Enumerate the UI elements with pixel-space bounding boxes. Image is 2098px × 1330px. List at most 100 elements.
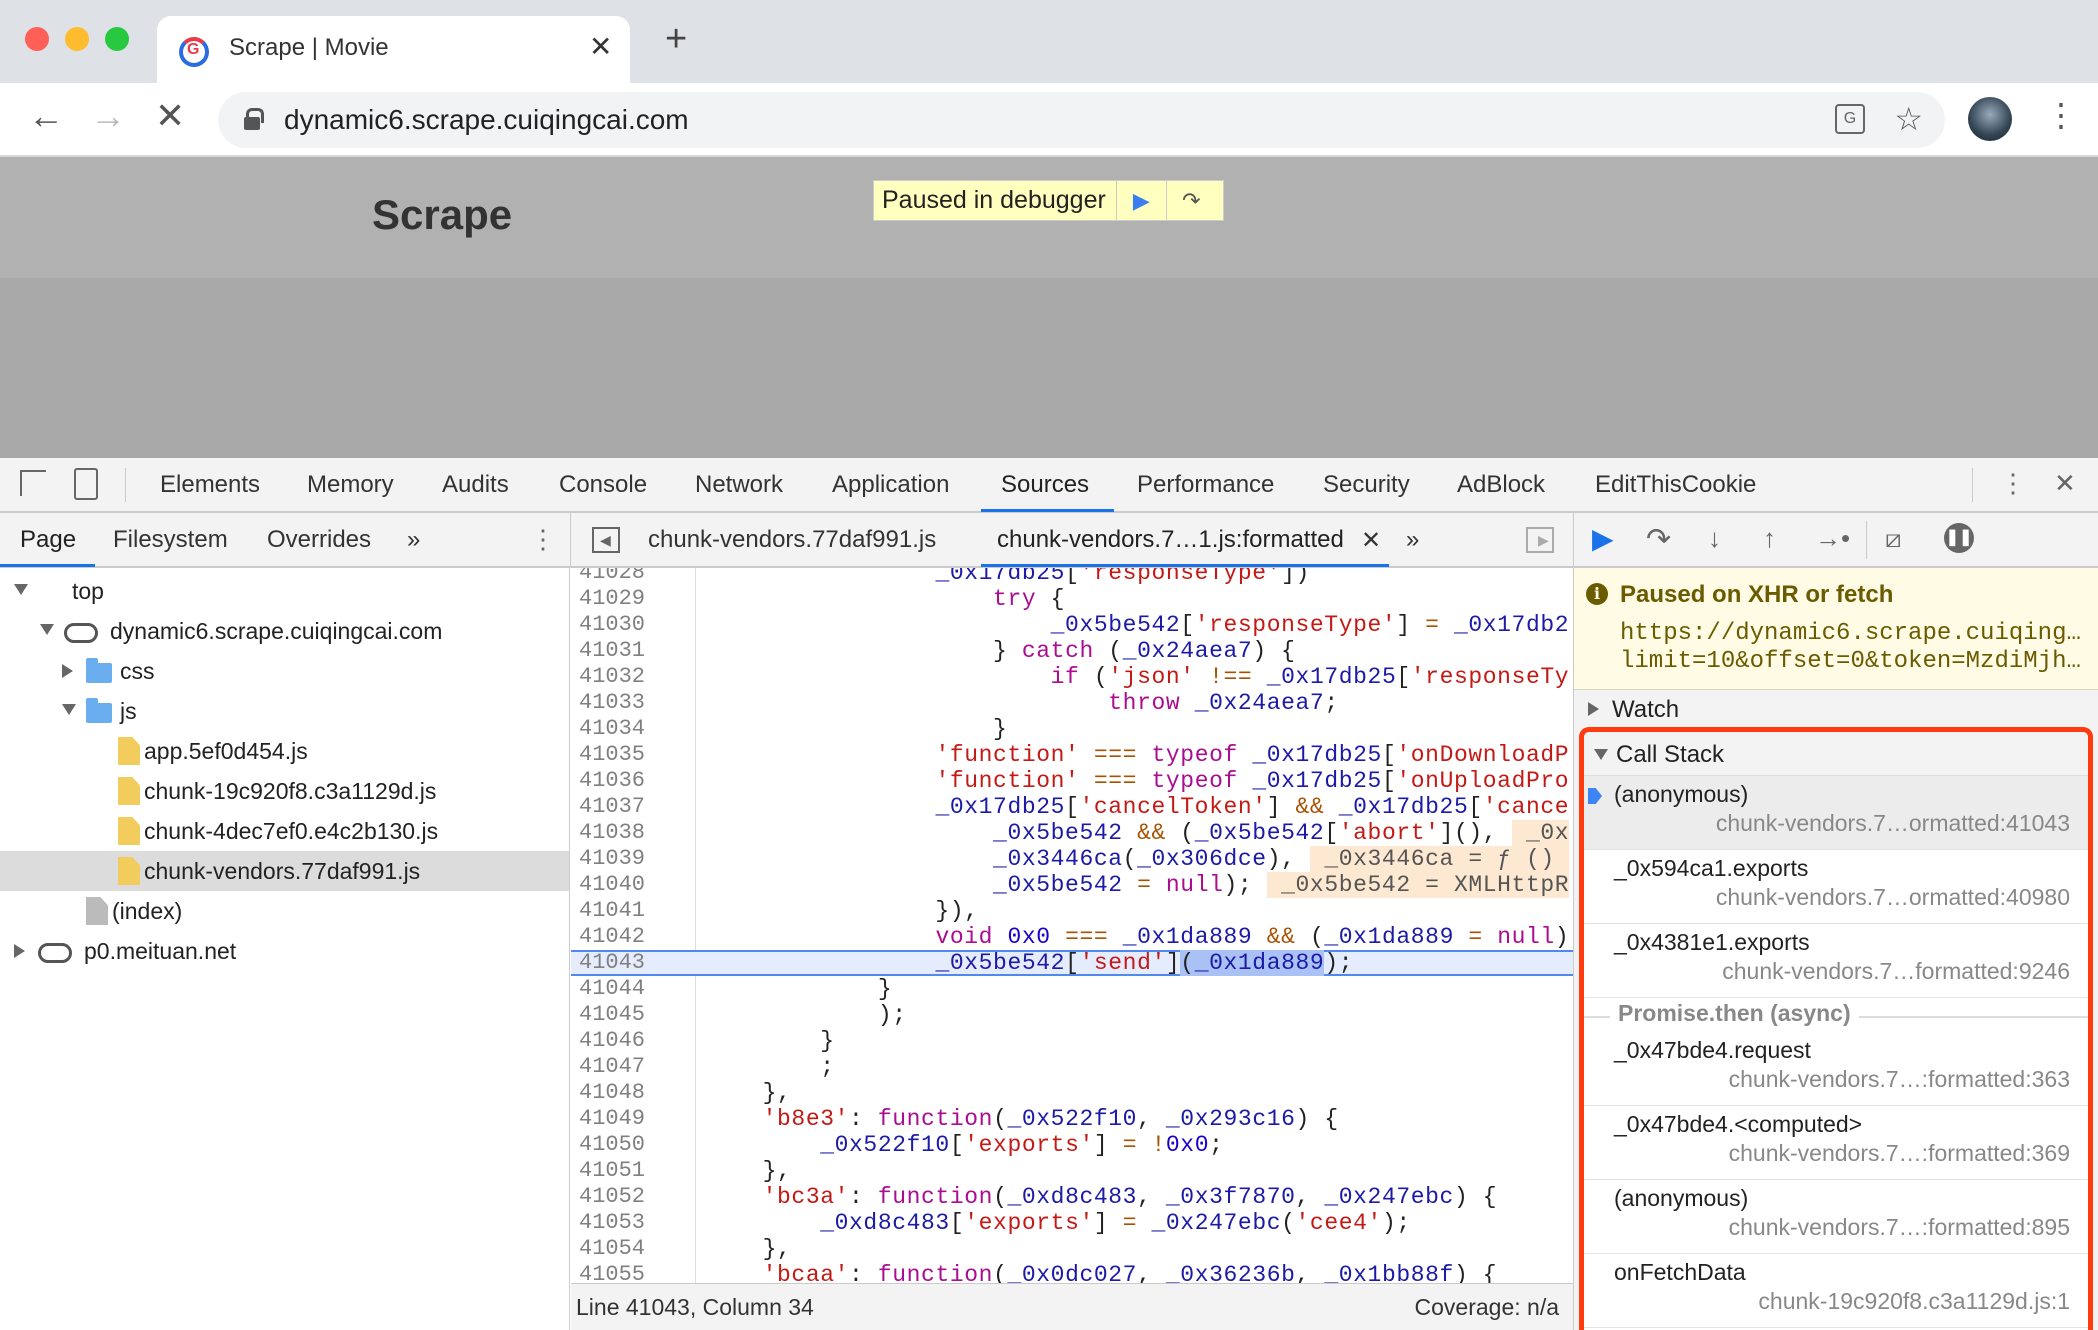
code-line[interactable]: 41055 'bcaa': function(_0x0dc027, _0x362… [571,1262,1573,1283]
url-text[interactable]: dynamic6.scrape.cuiqingcai.com [284,104,689,136]
line-number[interactable]: 41042 [579,924,645,950]
window-minimize-button[interactable] [65,27,89,51]
devtools-menu-icon[interactable]: ⋮ [2000,470,2026,496]
code-line[interactable]: 41036 'function' === typeof _0x17db25['o… [571,768,1573,794]
step-over-icon[interactable]: ↷ [1646,525,1671,555]
editor-tab-active[interactable]: chunk-vendors.7…1.js:formatted [997,526,1344,554]
devtools-tab-adblock[interactable]: AdBlock [1457,471,1545,499]
devtools-tab-elements[interactable]: Elements [160,471,260,499]
devtools-tab-console[interactable]: Console [559,471,647,499]
line-number[interactable]: 41054 [579,1236,645,1262]
editor-tab[interactable]: chunk-vendors.77daf991.js [648,526,936,554]
frame-location[interactable]: chunk-vendors.7…ormatted:41043 [1716,810,2070,837]
code-editor[interactable]: 41028 _0x17db25['responseType']) 41029 tr… [571,568,1573,1283]
code-line[interactable]: 41054 }, [571,1236,1573,1262]
line-number[interactable]: 41034 [579,716,645,742]
code-line[interactable]: 41037 _0x17db25['cancelToken'] && _0x17d… [571,794,1573,820]
frame-location[interactable]: chunk-vendors.7…:formatted:363 [1729,1066,2070,1093]
tree-item[interactable]: p0.meituan.net [0,931,569,971]
devtools-tab-application[interactable]: Application [832,471,949,499]
tree-item[interactable]: js [0,691,569,731]
tab-close-icon[interactable]: ✕ [589,30,612,63]
tree-item[interactable]: chunk-4dec7ef0.e4c2b130.js [0,811,569,851]
code-line[interactable]: 41031 } catch (_0x24aea7) { [571,638,1573,664]
devtools-tab-performance[interactable]: Performance [1137,471,1274,499]
code-line[interactable]: 41035 'function' === typeof _0x17db25['o… [571,742,1573,768]
new-tab-button[interactable]: + [665,20,687,58]
tree-item[interactable]: chunk-19c920f8.c3a1129d.js [0,771,569,811]
code-line[interactable]: 41045 ); [571,1002,1573,1028]
code-line[interactable]: 41044 } [571,976,1573,1002]
frame-location[interactable]: chunk-vendors.7…:formatted:895 [1729,1214,2070,1241]
line-number[interactable]: 41052 [579,1184,645,1210]
expanded-arrow-icon[interactable] [62,704,76,715]
line-number[interactable]: 41028 [579,568,645,586]
step-icon[interactable]: →• [1815,525,1850,551]
site-brand[interactable]: Scrape [372,191,512,239]
line-number[interactable]: 41038 [579,820,645,846]
pause-on-exceptions-icon[interactable]: ❚❚ [1944,523,1974,553]
resume-script-icon[interactable]: ▶ [1592,525,1614,553]
editor-tabs-more-icon[interactable]: » [1406,526,1419,554]
navigator-tab-overrides[interactable]: Overrides [267,526,371,554]
inspect-element-icon[interactable] [20,470,46,496]
call-stack-frame[interactable]: _0x47bde4.request chunk-vendors.7…:format… [1584,1032,2088,1106]
line-number[interactable]: 41037 [579,794,645,820]
browser-menu-icon[interactable]: ⋮ [2045,99,2077,131]
devtools-tab-audits[interactable]: Audits [442,471,509,499]
line-number[interactable]: 41050 [579,1132,645,1158]
address-bar[interactable]: dynamic6.scrape.cuiqingcai.com G ☆ [218,92,1945,148]
tree-item[interactable]: css [0,651,569,691]
code-line[interactable]: 41047 ; [571,1054,1573,1080]
code-line[interactable]: 41049 'b8e3': function(_0x522f10, _0x293… [571,1106,1573,1132]
devtools-tab-memory[interactable]: Memory [307,471,394,499]
devtools-tab-network[interactable]: Network [695,471,783,499]
line-number[interactable]: 41051 [579,1158,645,1184]
window-maximize-button[interactable] [105,27,129,51]
devtools-tab-editthiscookie[interactable]: EditThisCookie [1595,471,1756,499]
line-number[interactable]: 41044 [579,976,645,1002]
collapsed-arrow-icon[interactable] [14,944,25,958]
line-number[interactable]: 41030 [579,612,645,638]
call-stack-frame[interactable]: onFetchData chunk-19c920f8.c3a1129d.js:1 [1584,1254,2088,1328]
line-number[interactable]: 41053 [579,1210,645,1236]
line-number[interactable]: 41039 [579,846,645,872]
toggle-debugger-icon[interactable]: ▶ [1526,527,1554,553]
line-number[interactable]: 41032 [579,664,645,690]
back-icon[interactable]: ← [28,98,64,134]
collapsed-arrow-icon[interactable] [62,664,73,678]
tree-item[interactable]: chunk-vendors.77daf991.js [0,851,569,891]
code-line[interactable]: 41029 try { [571,586,1573,612]
resume-icon[interactable]: ▶ [1115,181,1166,220]
frame-location[interactable]: chunk-vendors.7…ormatted:40980 [1716,884,2070,911]
line-number[interactable]: 41043 [579,952,645,974]
browser-tab[interactable]: Scrape | Movie ✕ [157,16,630,83]
navigator-menu-icon[interactable]: ⋮ [530,526,556,552]
deactivate-breakpoints-icon[interactable]: ⧄ [1885,525,1902,551]
device-toolbar-icon[interactable] [74,468,98,500]
code-line[interactable]: 41051 }, [571,1158,1573,1184]
expanded-arrow-icon[interactable] [14,584,28,595]
code-line[interactable]: 41052 'bc3a': function(_0xd8c483, _0x3f7… [571,1184,1573,1210]
tree-item[interactable]: top [0,571,569,611]
step-over-icon[interactable]: ↷ [1165,181,1216,220]
line-number[interactable]: 41033 [579,690,645,716]
window-close-button[interactable] [25,27,49,51]
line-number[interactable]: 41041 [579,898,645,924]
code-line[interactable]: 41028 _0x17db25['responseType']) [571,568,1573,586]
code-line[interactable]: 41041 }), [571,898,1573,924]
code-line[interactable]: 41032 if ('json' !== _0x17db25['response… [571,664,1573,690]
translate-icon[interactable]: G [1835,104,1865,134]
call-stack-frame[interactable]: _0x47bde4.<computed> chunk-vendors.7…:for… [1584,1106,2088,1180]
bookmark-star-icon[interactable]: ☆ [1894,100,1923,138]
code-line[interactable]: 41030 _0x5be542['responseType'] = _0x17d… [571,612,1573,638]
navigator-tab-page[interactable]: Page [20,526,76,554]
call-stack-header[interactable]: Call Stack [1584,732,2088,776]
line-number[interactable]: 41049 [579,1106,645,1132]
devtools-tab-security[interactable]: Security [1323,471,1410,499]
editor-tab-close-icon[interactable]: ✕ [1361,526,1381,555]
forward-icon[interactable]: → [90,98,126,134]
call-stack-frame[interactable]: (anonymous) chunk-vendors.7…:formatted:89… [1584,1180,2088,1254]
code-line[interactable]: 41034 } [571,716,1573,742]
tree-item[interactable]: dynamic6.scrape.cuiqingcai.com [0,611,569,651]
